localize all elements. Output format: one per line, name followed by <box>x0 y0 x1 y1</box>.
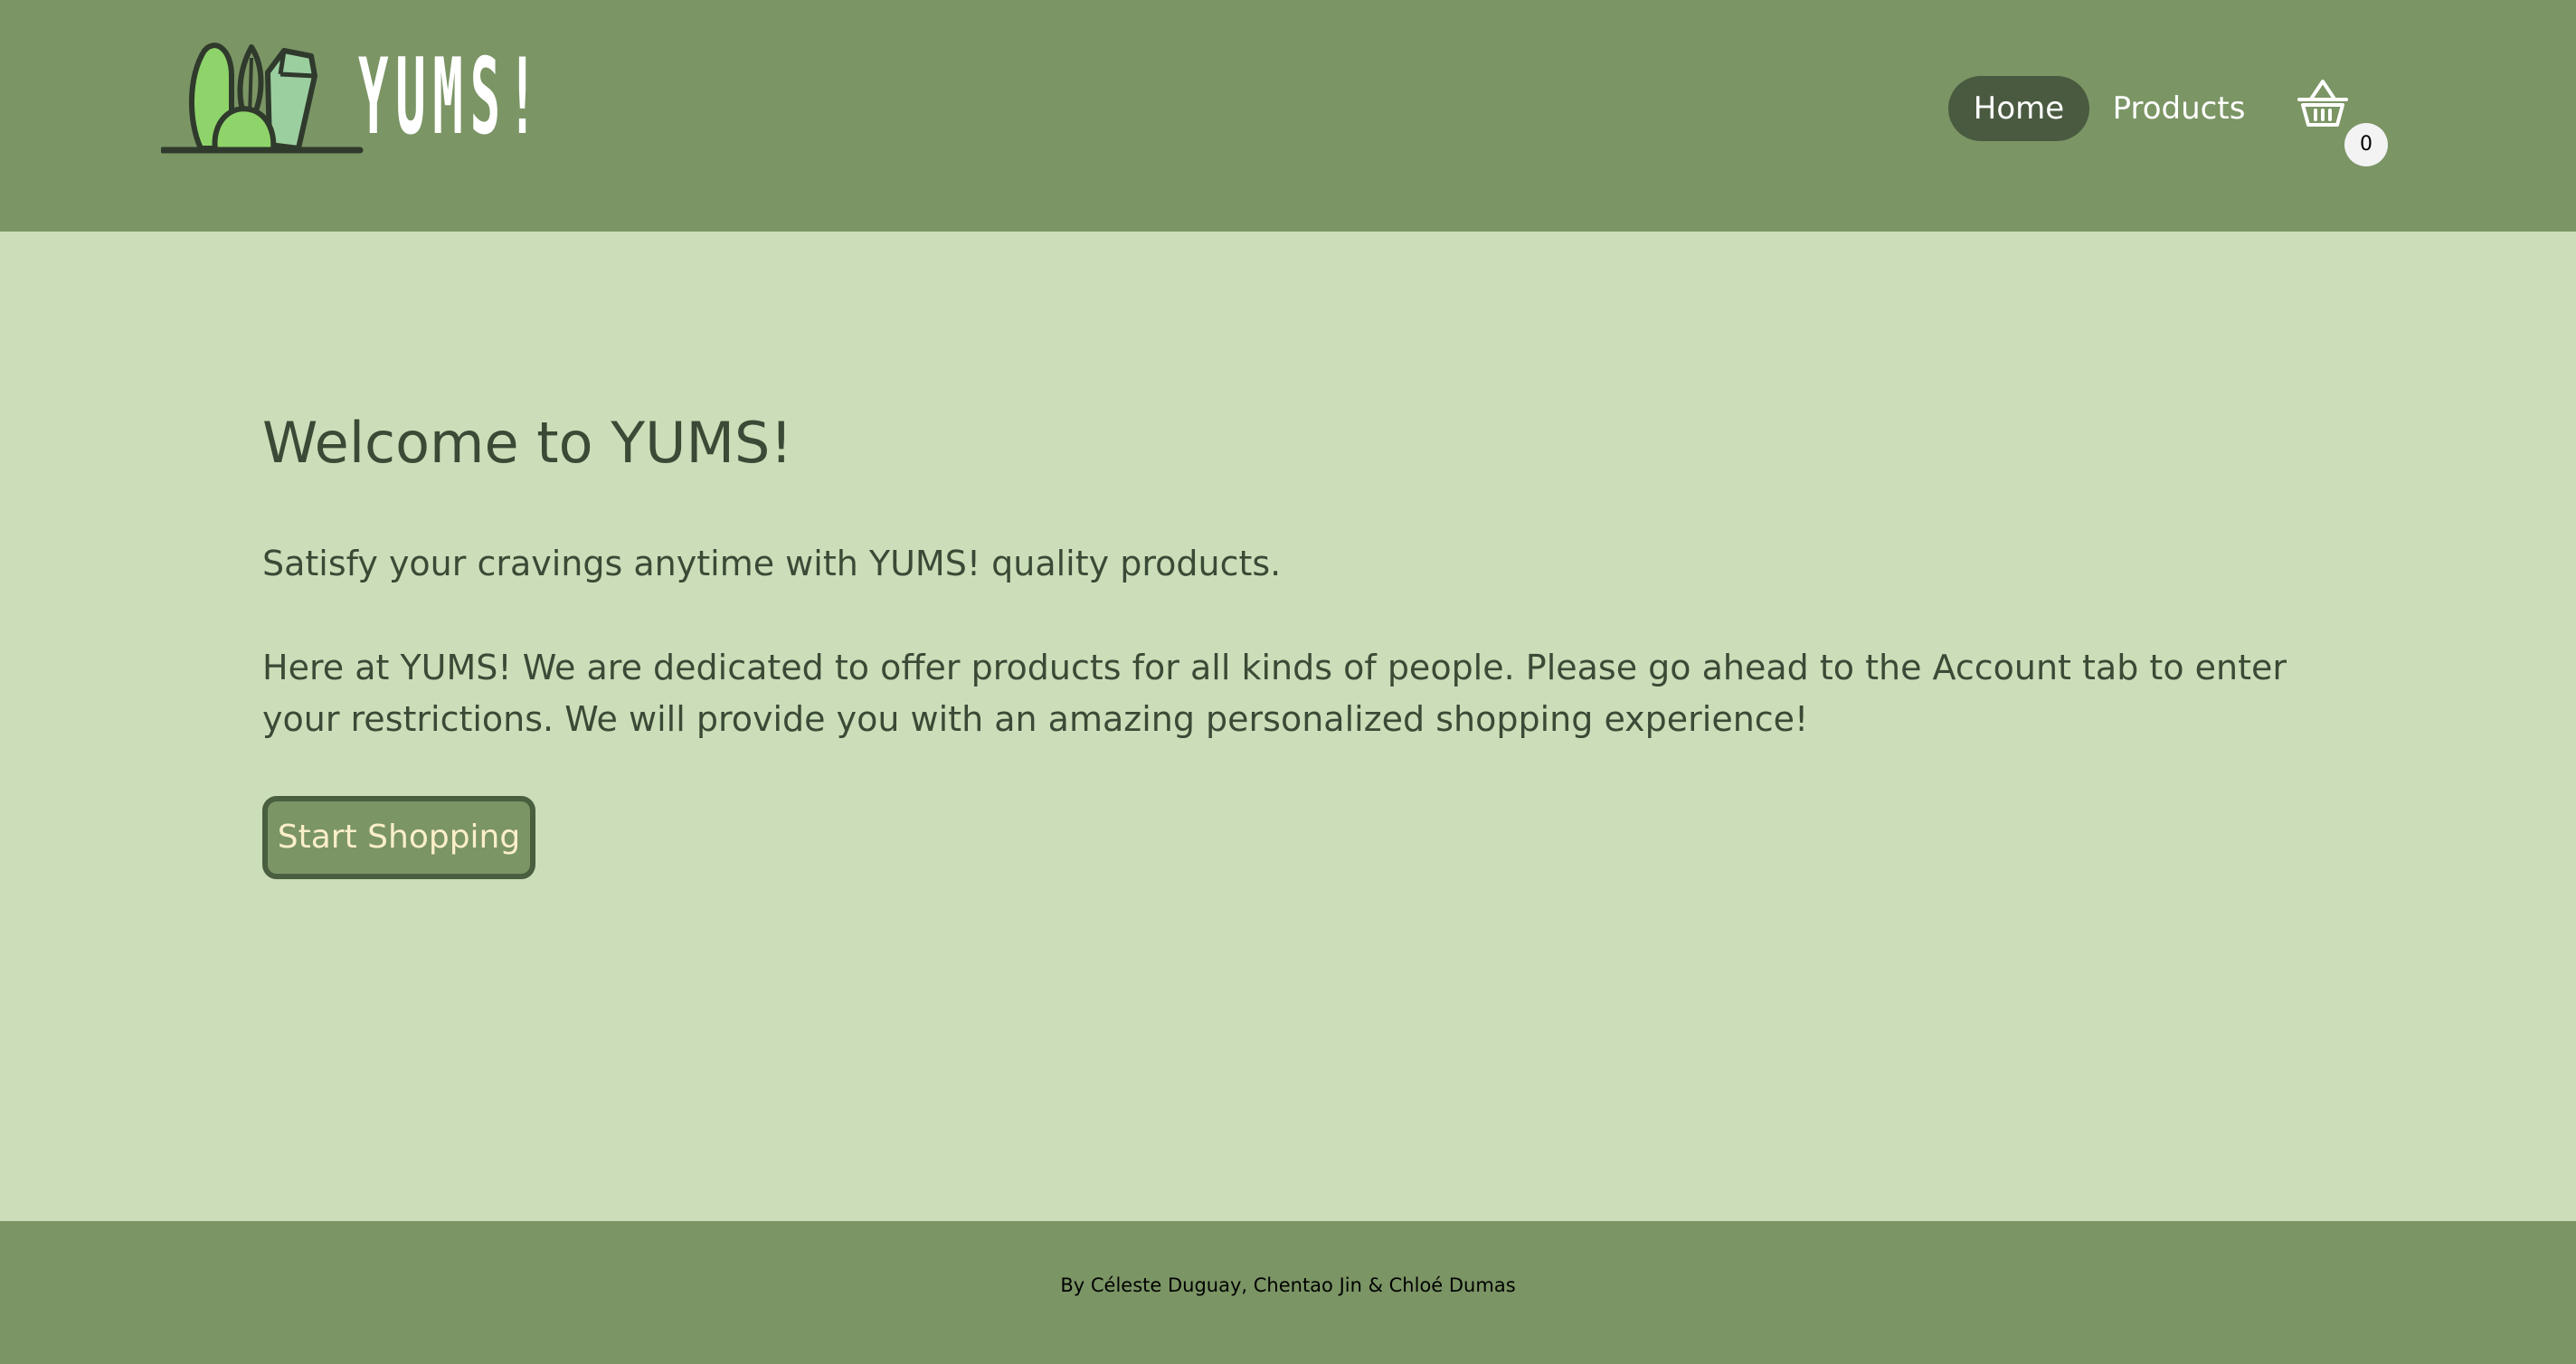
footer-credits: By Céleste Duguay, Chentao Jin & Chloé D… <box>1060 1274 1516 1296</box>
cart-count-badge: 0 <box>2344 123 2388 166</box>
grocery-bag-icon <box>161 43 364 154</box>
tagline-text: Satisfy your cravings anytime with YUMS!… <box>262 544 1282 583</box>
logo-wordmark: YUMS! <box>358 36 545 158</box>
site-logo[interactable]: YUMS! <box>161 40 586 157</box>
basket-icon <box>2297 80 2348 127</box>
start-shopping-button[interactable]: Start Shopping <box>262 796 535 879</box>
cart-button[interactable] <box>2294 76 2352 134</box>
site-footer: By Céleste Duguay, Chentao Jin & Chloé D… <box>0 1221 2576 1364</box>
nav-products-link[interactable]: Products <box>2098 76 2259 141</box>
intro-text: Here at YUMS! We are dedicated to offer … <box>262 648 2287 739</box>
page-title: Welcome to YUMS! <box>262 410 793 476</box>
nav-home-link[interactable]: Home <box>1948 76 2089 141</box>
site-header: YUMS! Home Products 0 <box>0 0 2576 232</box>
